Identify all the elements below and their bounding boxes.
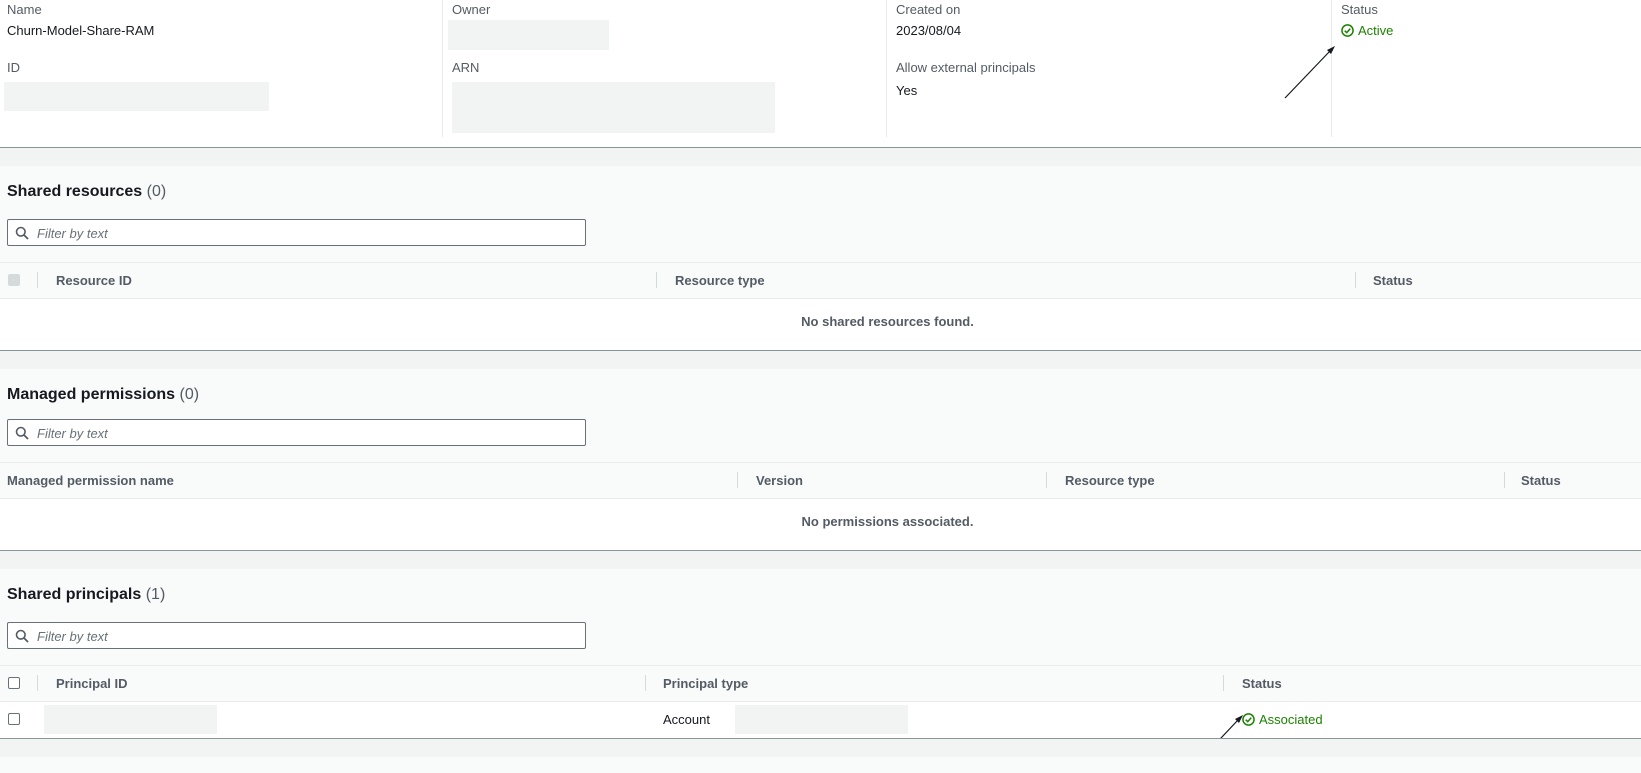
column-header-resource-id[interactable]: Resource ID <box>56 273 132 288</box>
section-header-background <box>0 569 1641 665</box>
shared-resources-filter-input[interactable]: Filter by text <box>7 219 586 246</box>
section-count: (0) <box>179 386 200 403</box>
status-value: Active <box>1358 23 1394 38</box>
table-header-row <box>0 463 1641 498</box>
empty-state-message: No shared resources found. <box>801 314 974 329</box>
principal-id-redacted <box>44 705 217 734</box>
created-on-value: 2023/08/04 <box>896 23 962 38</box>
table-header-row <box>0 666 1641 701</box>
column-header-status[interactable]: Status <box>1373 273 1413 288</box>
name-value: Churn-Model-Share-RAM <box>7 23 155 38</box>
column-header-version[interactable]: Version <box>756 473 803 488</box>
status-badge: Active <box>1341 23 1393 38</box>
arn-label: ARN <box>452 60 480 75</box>
column-divider <box>645 675 646 691</box>
status-value: Associated <box>1259 712 1323 727</box>
id-value-redacted <box>4 82 269 111</box>
shared-principals-filter-input[interactable]: Filter by text <box>7 622 586 649</box>
table-header-bottom-border <box>0 701 1641 702</box>
created-on-label: Created on <box>896 2 961 17</box>
column-header-principal-id[interactable]: Principal ID <box>56 676 128 691</box>
name-label: Name <box>7 2 42 17</box>
column-header-resource-type[interactable]: Resource type <box>675 273 765 288</box>
column-divider <box>37 272 38 288</box>
filter-placeholder: Filter by text <box>37 629 108 644</box>
shared-principals-title: Shared principals (1) <box>7 586 165 604</box>
id-label: ID <box>7 60 20 75</box>
section-title-text: Shared principals <box>7 586 142 603</box>
status-badge: Associated <box>1242 712 1323 727</box>
status-label: Status <box>1341 2 1378 17</box>
allow-external-principals-label: Allow external principals <box>896 60 1036 75</box>
check-circle-icon <box>1341 24 1354 37</box>
table-header-bottom-border <box>0 498 1641 499</box>
column-divider <box>886 0 887 137</box>
column-divider <box>1504 472 1505 488</box>
arn-value-redacted <box>452 82 775 133</box>
section-count: (1) <box>145 586 166 603</box>
section-header-background <box>0 369 1641 462</box>
shared-resources-title: Shared resources (0) <box>7 183 166 201</box>
section-gap <box>0 351 1641 369</box>
column-header-managed-permission-name[interactable]: Managed permission name <box>7 473 174 488</box>
select-all-checkbox[interactable] <box>8 274 20 286</box>
column-divider <box>1355 272 1356 288</box>
search-icon <box>15 226 29 240</box>
section-gap <box>0 551 1641 569</box>
search-icon <box>15 629 29 643</box>
empty-state-message: No permissions associated. <box>801 514 974 529</box>
annotation-arrow-icon <box>1284 46 1335 99</box>
section-gap <box>0 739 1641 757</box>
managed-permissions-filter-input[interactable]: Filter by text <box>7 419 586 446</box>
filter-placeholder: Filter by text <box>37 426 108 441</box>
row-checkbox[interactable] <box>8 713 20 725</box>
section-gap <box>0 148 1641 166</box>
table-header-bottom-border <box>0 298 1641 299</box>
column-header-status[interactable]: Status <box>1521 473 1561 488</box>
column-header-status[interactable]: Status <box>1242 676 1282 691</box>
owner-label: Owner <box>452 2 491 17</box>
column-divider <box>1046 472 1047 488</box>
select-all-checkbox[interactable] <box>8 677 20 689</box>
column-divider <box>442 0 443 137</box>
search-icon <box>15 426 29 440</box>
column-header-principal-type[interactable]: Principal type <box>663 676 748 691</box>
principal-type-value: Account <box>663 712 710 727</box>
principal-detail-redacted <box>735 705 908 734</box>
managed-permissions-title: Managed permissions (0) <box>7 386 199 404</box>
column-divider <box>1223 675 1224 691</box>
allow-external-principals-value: Yes <box>896 83 918 98</box>
column-divider <box>656 272 657 288</box>
section-title-text: Managed permissions <box>7 386 176 403</box>
section-count: (0) <box>146 183 167 200</box>
column-header-resource-type[interactable]: Resource type <box>1065 473 1155 488</box>
next-section-background <box>0 757 1641 773</box>
section-title-text: Shared resources <box>7 183 143 200</box>
column-divider <box>737 472 738 488</box>
section-header-background <box>0 166 1641 262</box>
column-divider <box>37 675 38 691</box>
filter-placeholder: Filter by text <box>37 226 108 241</box>
owner-value-redacted <box>448 20 609 50</box>
